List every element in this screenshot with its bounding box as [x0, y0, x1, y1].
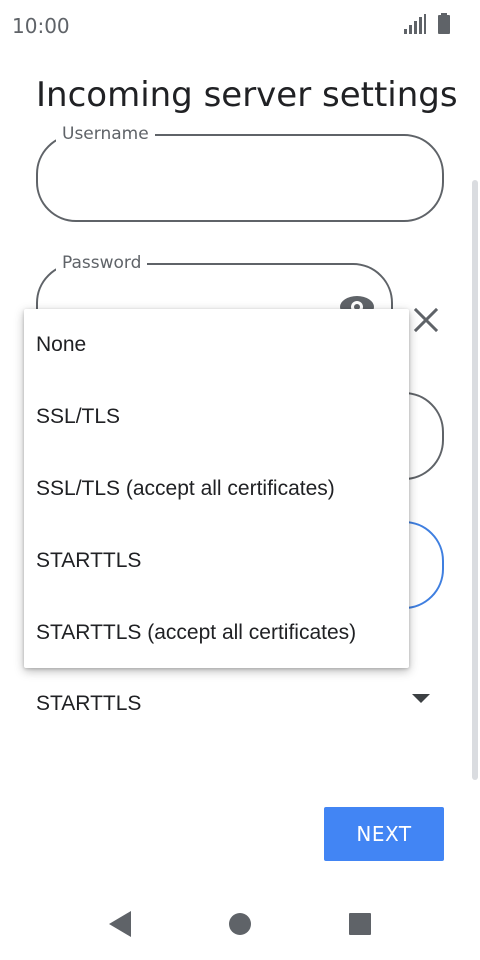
- battery-icon: [438, 13, 450, 34]
- username-field[interactable]: Username: [36, 124, 444, 222]
- menu-item-ssl-tls-accept-all[interactable]: SSL/TLS (accept all certificates): [24, 453, 409, 525]
- password-label: Password: [56, 253, 148, 273]
- menu-item-starttls-accept-all[interactable]: STARTTLS (accept all certificates): [24, 597, 409, 669]
- next-button[interactable]: NEXT: [324, 807, 444, 861]
- menu-item-ssl-tls[interactable]: SSL/TLS: [24, 381, 409, 453]
- menu-item-none[interactable]: None: [24, 309, 409, 381]
- scrollbar[interactable]: [472, 180, 478, 780]
- dropdown-arrow-icon[interactable]: [410, 692, 432, 704]
- security-type-dropdown-menu: None SSL/TLS SSL/TLS (accept all certifi…: [24, 309, 409, 668]
- back-icon[interactable]: [108, 911, 132, 937]
- username-label: Username: [56, 124, 155, 144]
- clear-password-icon[interactable]: [412, 306, 440, 334]
- recents-icon[interactable]: [348, 912, 372, 936]
- home-icon[interactable]: [228, 912, 252, 936]
- security-type-value[interactable]: STARTTLS: [36, 692, 141, 716]
- status-bar: 10:00: [0, 0, 480, 48]
- signal-icon: [404, 14, 426, 34]
- menu-item-starttls[interactable]: STARTTLS: [24, 525, 409, 597]
- page-title: Incoming server settings: [36, 74, 458, 115]
- status-time: 10:00: [12, 14, 70, 38]
